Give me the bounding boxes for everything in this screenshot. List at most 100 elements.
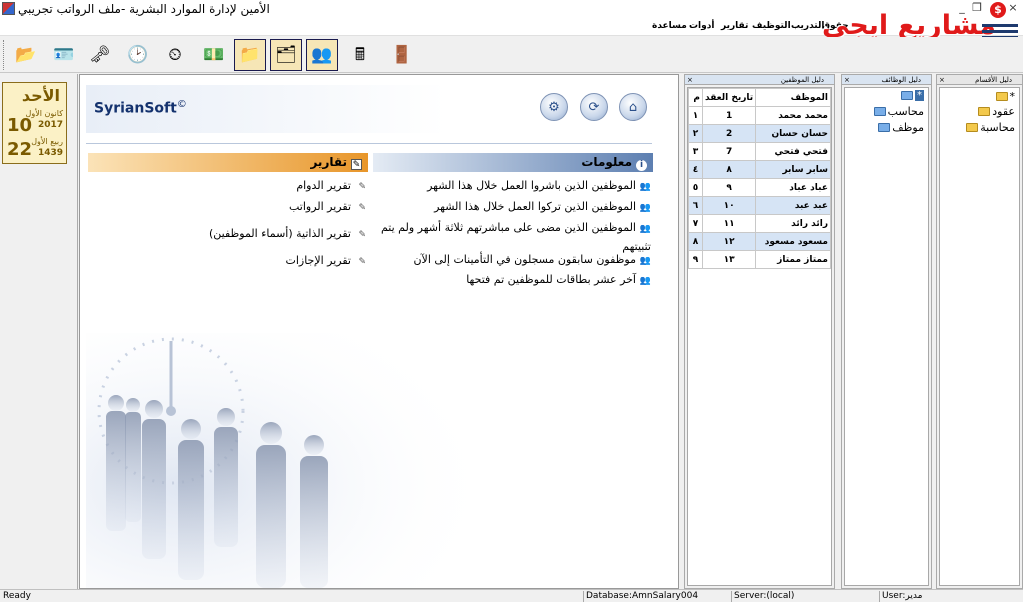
toolbar-button-2[interactable]: 🪪 xyxy=(48,39,80,71)
table-row[interactable]: ٥ ٩ عباد عباد xyxy=(688,178,831,197)
calendar-hijri-year: 1439 xyxy=(37,148,63,158)
col-header-index[interactable]: م xyxy=(688,88,703,107)
close-panel-icon[interactable]: × xyxy=(844,75,850,85)
close-panel-icon[interactable]: × xyxy=(939,75,945,85)
folder-icon xyxy=(873,107,886,116)
status-database: Database:AmnSalary004 xyxy=(583,591,698,602)
cell-index: ٦ xyxy=(688,196,703,215)
folder-icon xyxy=(901,91,913,100)
table-row[interactable]: ٣ 7 فتحي فتحي xyxy=(688,142,831,161)
calendar-hijri-month: ربيع الأول xyxy=(31,137,63,146)
cell-contract-date: ١٣ xyxy=(701,250,757,269)
table-row[interactable]: ١ 1 محمد محمد xyxy=(688,106,831,125)
edit-icon: ✎ xyxy=(358,182,366,192)
report-link-personnel[interactable]: ✎تقرير الذاتية (أسماء الموظفين) xyxy=(209,227,366,240)
toolbar-button-9[interactable]: 👥 xyxy=(306,39,338,71)
menu-tools[interactable]: أدوات xyxy=(689,21,714,31)
app-icon xyxy=(2,2,15,15)
tree-node-accountant[interactable]: محاسب xyxy=(873,105,924,118)
info-link-recent-cards[interactable]: 👥آخر عشر بطاقات للموظفين تم فتحها xyxy=(466,273,651,286)
refresh-button[interactable]: ⟳ xyxy=(580,93,608,121)
left-panel: الأحد 10 كانون الأول 2017 22 ربيع الأول … xyxy=(0,74,78,589)
table-row[interactable]: ٢ 2 حسان حسان xyxy=(688,124,831,143)
status-user: User:مدير xyxy=(879,591,922,602)
calendar-widget: الأحد 10 كانون الأول 2017 22 ربيع الأول … xyxy=(2,82,67,164)
calendar-greg-day: 10 xyxy=(7,115,33,136)
report-link-salaries[interactable]: ✎تقرير الرواتب xyxy=(289,200,366,213)
table-row[interactable]: ٧ ١١ رائد رائد xyxy=(688,214,831,233)
cell-contract-date: 2 xyxy=(701,124,757,143)
tree-node-contracts[interactable]: عقود xyxy=(978,105,1015,118)
tree-node-accounting[interactable]: محاسبة xyxy=(966,121,1015,134)
employees-panel: دليل الموظفين × م تاريخ العقد الموظف ١ 1 مح… xyxy=(684,74,835,589)
departments-panel: دليل الأقسام × * عقود محاسبة xyxy=(936,74,1023,589)
toolbar-button-4[interactable]: 🕑 xyxy=(122,39,154,71)
col-header-employee[interactable]: الموظف xyxy=(755,88,831,107)
cell-employee-name: عبد عبد xyxy=(755,196,831,215)
table-row[interactable]: ٤ ٨ سابر سابر xyxy=(688,160,831,179)
people-folder-icon: 👥 xyxy=(311,44,333,65)
people-icon: 👥 xyxy=(639,224,651,234)
home-button[interactable]: ⌂ xyxy=(619,93,647,121)
col-header-contract-date[interactable]: تاريخ العقد xyxy=(701,88,757,107)
refresh-icon: ⟳ xyxy=(588,99,600,115)
folder-icon xyxy=(966,123,979,132)
cell-employee-name: حسان حسان xyxy=(755,124,831,143)
settings-button[interactable]: ⚙ xyxy=(540,93,568,121)
tree-node-employee[interactable]: موظف xyxy=(878,121,924,134)
toolbar-grip[interactable] xyxy=(3,40,6,70)
cell-employee-name: عباد عباد xyxy=(755,178,831,197)
toolbar-button-1[interactable]: 📂 xyxy=(10,39,42,71)
employee-card-icon: 🪪 xyxy=(53,44,75,65)
main-dashboard: SyrianSoft© ⚙ ⟳ ⌂ i معلومات ✎ تقارير 👥المو… xyxy=(79,74,679,589)
tree-node-all-jobs[interactable]: * xyxy=(901,90,924,101)
cell-contract-date: ١٢ xyxy=(701,232,757,251)
menu-training[interactable]: التدريب xyxy=(791,21,824,31)
report-link-leaves[interactable]: ✎تقرير الإجازات xyxy=(285,254,366,267)
calendar-day-name: الأحد xyxy=(21,86,60,105)
brand-text: SyrianSoft xyxy=(94,100,177,117)
cell-index: ٣ xyxy=(688,142,703,161)
employees-panel-header: دليل الموظفين × xyxy=(685,75,834,85)
table-row[interactable]: ٩ ١٣ ممتاز ممتاز xyxy=(688,250,831,269)
cell-index: ٨ xyxy=(688,232,703,251)
edit-icon: ✎ xyxy=(358,257,366,267)
money-stack-icon: 💵 xyxy=(203,44,225,65)
info-link-hired[interactable]: 👥الموظفين الذين باشروا العمل خلال هذا ال… xyxy=(427,179,651,192)
info-link-insurance[interactable]: 👥موظفون سابقون مسجلون في التأمينات إلى ا… xyxy=(413,253,651,266)
toolbar: 📂 🪪 🗝 🕑 ⏲ 💵 📁 🗂 👥 🖩 🚪 xyxy=(0,37,1023,73)
reports-section-header: ✎ تقارير xyxy=(88,153,368,172)
business-people-illustration xyxy=(86,333,476,588)
toolbar-button-7[interactable]: 📁 xyxy=(234,39,266,71)
tree-node-all-departments[interactable]: * xyxy=(995,90,1015,103)
table-row[interactable]: ٨ ١٢ مسعود مسعود xyxy=(688,232,831,251)
employees-grid-area: م تاريخ العقد الموظف ١ 1 محمد محمد ٢ 2 حسان ح… xyxy=(687,87,832,586)
info-link-unconfirmed[interactable]: 👥الموظفين الذين مضى على مباشرتهم ثلاثة أ… xyxy=(371,219,651,255)
menu-reports[interactable]: تقارير xyxy=(721,21,748,31)
menu-hiring[interactable]: التوظيف xyxy=(752,21,791,31)
menu-help[interactable]: مساعدة xyxy=(652,21,687,31)
report-link-attendance[interactable]: ✎تقرير الدوام xyxy=(296,179,366,192)
cell-contract-date: ٨ xyxy=(701,160,757,179)
window-title: الأمين لإدارة الموارد البشرية -ملف الروا… xyxy=(18,2,270,16)
toolbar-button-10[interactable]: 🖩 xyxy=(344,39,376,71)
cell-index: ٤ xyxy=(688,160,703,179)
table-row[interactable]: ٦ ١٠ عبد عبد xyxy=(688,196,831,215)
folder-icon xyxy=(995,92,1008,101)
status-bar: Ready Database:AmnSalary004 Server:(loca… xyxy=(0,589,1023,602)
toolbar-button-11[interactable]: 🚪 xyxy=(386,39,418,71)
dollar-coin-icon: $ xyxy=(990,2,1006,18)
cell-employee-name: سابر سابر xyxy=(755,160,831,179)
toolbar-button-5[interactable]: ⏲ xyxy=(159,39,191,71)
toolbar-button-6[interactable]: 💵 xyxy=(198,39,230,71)
people-icon: 👥 xyxy=(639,256,651,266)
toolbar-button-8[interactable]: 🗂 xyxy=(270,39,302,71)
people-icon: 👥 xyxy=(639,182,651,192)
clock-folder-icon: 🗂 xyxy=(275,44,297,65)
close-panel-icon[interactable]: × xyxy=(687,75,693,85)
clock-pin-icon: 🕑 xyxy=(127,44,149,65)
info-link-left[interactable]: 👥الموظفين الذين تركوا العمل خلال هذا الش… xyxy=(434,200,651,213)
exit-door-icon: 🚪 xyxy=(391,44,413,65)
edit-icon: ✎ xyxy=(351,159,362,170)
toolbar-button-3[interactable]: 🗝 xyxy=(84,39,116,71)
